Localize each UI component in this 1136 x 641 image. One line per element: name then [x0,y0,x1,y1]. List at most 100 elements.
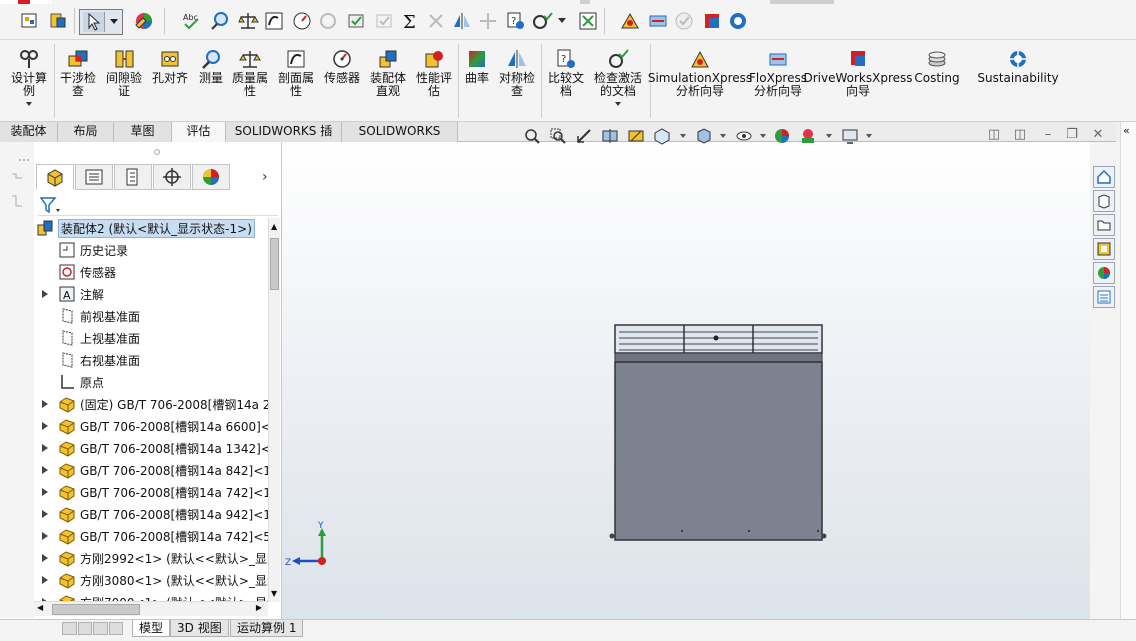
expand-arrow-icon[interactable] [40,289,50,299]
assemblyxpert-button[interactable]: 装配体 直观 [366,48,410,98]
expand-arrow-icon[interactable] [40,421,50,431]
rebuild-icon[interactable] [46,9,70,33]
expand-arrow-icon[interactable] [40,509,50,519]
graphics-area[interactable]: Y Z [282,142,1090,619]
horizontal-scrollbar[interactable]: ◀ ▶ [34,601,268,616]
tab-propertymanager[interactable] [75,164,113,190]
file-explorer-icon[interactable] [1093,214,1115,236]
hide-show-items-icon[interactable] [734,127,754,145]
mass-properties-icon[interactable] [236,9,260,33]
window-pane-left-icon[interactable]: ◫ [986,127,1002,143]
tree-item[interactable]: GB/T 706-2008[槽钢14a 842]<1 [34,459,268,481]
measure-button[interactable]: 测量 [194,48,228,85]
design-study-button[interactable]: 设计算 例 [8,48,50,106]
minimize-icon[interactable]: – [1040,127,1056,143]
costing-button[interactable]: Costing [912,48,962,85]
ghost-icon[interactable] [316,9,340,33]
symmetry-icon[interactable] [450,9,474,33]
symmetry-check-button[interactable]: 对称检 查 [496,48,538,98]
expand-arrow-icon[interactable] [40,553,50,563]
dynamic-annotation-icon[interactable] [626,127,646,145]
tree-item[interactable]: 上视基准面 [34,327,268,349]
tab-solidworks-addins[interactable]: SOLIDWORKS 插件 [226,122,342,157]
solidworks-resources-icon[interactable] [1093,166,1115,188]
section-properties-icon[interactable] [262,9,286,33]
tree-item[interactable]: GB/T 706-2008[槽钢14a 1342]< [34,437,268,459]
measure-icon[interactable] [208,9,232,33]
section-view-icon[interactable] [600,127,620,145]
select-tool-dropdown[interactable] [79,9,123,35]
chevron-down-icon[interactable] [680,134,686,138]
sparkle-gray-icon[interactable] [476,9,500,33]
check-doc-icon[interactable] [530,9,554,33]
design-library-icon[interactable] [1093,190,1115,212]
tab-layout[interactable]: 布局 [58,122,114,142]
interference-detection-button[interactable]: 干涉检 查 [58,48,98,98]
scroll-left-icon[interactable]: ◀ [37,603,43,612]
performance-evaluation-button[interactable]: 性能评 估 [414,48,454,98]
interference-gray-icon[interactable] [424,9,448,33]
tab-sketch[interactable]: 草图 [114,122,172,142]
tab-displaymanager[interactable] [192,164,230,190]
compare-icon[interactable]: ? [504,9,528,33]
scroll-down-icon[interactable]: ▼ [271,589,277,598]
tab-3d-views[interactable]: 3D 视图 [170,620,229,637]
simulationxpress-button[interactable]: SimulationXpress 分析向导 [648,48,752,98]
tab-model[interactable]: 模型 [132,620,171,637]
expand-arrow-icon[interactable] [40,465,50,475]
sensor-button[interactable]: 传感器 [322,48,362,85]
scroll-right-icon[interactable]: ▶ [256,603,262,612]
tab-navigation[interactable] [62,622,124,635]
compare-documents-button[interactable]: ? 比较文 档 [545,48,587,98]
tree-item[interactable]: GB/T 706-2008[槽钢14a 942]<1 [34,503,268,525]
tree-item[interactable]: (固定) GB/T 706-2008[槽钢14a 2 [34,393,268,415]
floxpress-icon[interactable] [646,9,670,33]
tab-motion-study[interactable]: 运动算例 1 [230,620,304,637]
first-tab-icon[interactable] [62,622,77,635]
chevron-down-icon[interactable] [760,134,766,138]
close-icon[interactable]: ✕ [1090,127,1106,143]
next-tab-icon[interactable] [93,622,108,635]
mass-properties-button[interactable]: 质量属 性 [230,48,270,98]
tree-item[interactable]: 方刚3080<1> (默认<<默认>_显示 [34,569,268,591]
display-style-icon[interactable] [694,127,714,145]
driveworksxpress-button[interactable]: DriveWorksXpress 向导 [803,48,913,98]
tab-configurationmanager[interactable] [114,164,152,190]
tree-item[interactable]: 原点 [34,371,268,393]
tab-solidworks-mbd[interactable]: SOLIDWORKS MBD [342,122,458,157]
tab-assembly[interactable]: 装配体 [0,122,58,142]
scroll-thumb[interactable] [270,238,279,290]
view-palette-icon[interactable] [1093,238,1115,260]
sum-icon[interactable]: Σ [398,9,422,33]
view-orientation-icon[interactable] [652,127,672,145]
vertical-scrollbar[interactable]: ▲ ▼ [268,218,280,602]
chevron-right-icon[interactable]: › [262,169,268,185]
expand-arrow-icon[interactable] [40,399,50,409]
apply-scene-icon[interactable] [798,127,818,145]
excel-export-icon[interactable] [576,9,600,33]
collapse-dot[interactable] [154,149,160,155]
scroll-thumb[interactable] [52,604,140,615]
chevron-down-icon[interactable] [866,134,872,138]
restore-icon[interactable]: ❐ [1064,127,1080,143]
curvature-button[interactable]: 曲率 [462,48,492,85]
tree-root-assembly[interactable]: 装配体2 (默认<默认_显示状态-1>) [34,217,268,239]
last-tab-icon[interactable] [108,622,123,635]
tree-item[interactable]: GB/T 706-2008[槽钢14a 6600]< [34,415,268,437]
model-view[interactable]: Y Z [282,142,1090,619]
custom-properties-icon[interactable] [1093,286,1115,308]
driveworks-icon[interactable] [700,9,724,33]
expand-arrow-icon[interactable] [40,487,50,497]
check-icon[interactable] [344,9,368,33]
tree-item[interactable]: 历史记录 [34,239,268,261]
zoom-to-fit-icon[interactable] [522,127,542,145]
chevron-down-icon[interactable] [720,134,726,138]
check-gray-icon[interactable] [672,9,696,33]
zoom-to-area-icon[interactable] [548,127,568,145]
clearance-verification-button[interactable]: 间隙验 证 [104,48,144,98]
tree-item[interactable]: 前视基准面 [34,305,268,327]
sustainability-button[interactable]: Sustainability [977,48,1059,85]
scroll-up-icon[interactable]: ▲ [271,222,277,231]
tree-filter[interactable] [38,194,278,216]
tree-item[interactable]: 右视基准面 [34,349,268,371]
